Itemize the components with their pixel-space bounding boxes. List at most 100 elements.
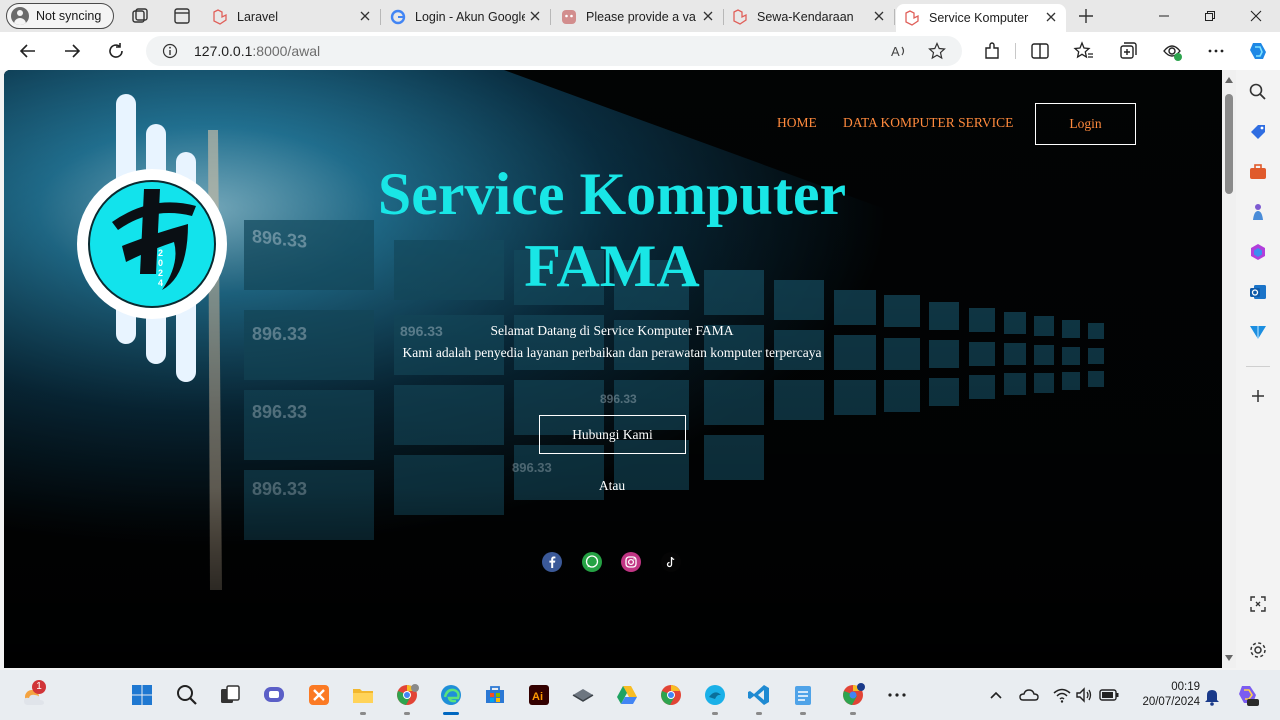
teams-chat-icon[interactable] bbox=[262, 683, 286, 707]
workspaces-icon[interactable] bbox=[130, 6, 150, 26]
running-indicator bbox=[850, 712, 856, 715]
tab-google-login[interactable]: Login - Akun Google bbox=[384, 4, 551, 30]
shopping-tag-icon[interactable] bbox=[1248, 122, 1268, 142]
back-arrow-icon[interactable] bbox=[17, 40, 39, 62]
whatsapp-icon[interactable] bbox=[581, 551, 603, 573]
send-icon[interactable] bbox=[1248, 322, 1268, 342]
onedrive-cloud-icon[interactable] bbox=[1019, 685, 1039, 705]
windows-start-icon[interactable] bbox=[130, 683, 154, 707]
favorites-icon[interactable] bbox=[1073, 40, 1095, 62]
site-info-icon[interactable] bbox=[162, 43, 178, 59]
svg-text:2: 2 bbox=[158, 248, 163, 258]
notification-bell-icon[interactable] bbox=[1203, 686, 1221, 706]
tagline-text: Kami adalah penyedia layanan perbaikan d… bbox=[402, 345, 822, 360]
read-aloud-icon[interactable]: A bbox=[890, 42, 908, 60]
page-scrollbar[interactable] bbox=[1222, 70, 1236, 668]
close-window-button[interactable] bbox=[1233, 0, 1279, 32]
contact-us-button[interactable]: Hubungi Kami bbox=[539, 415, 686, 454]
settings-gear-icon[interactable] bbox=[1248, 640, 1268, 660]
system-clock[interactable]: 00:19 20/07/2024 bbox=[1128, 680, 1200, 710]
laravel-icon bbox=[733, 9, 747, 25]
svg-text:0: 0 bbox=[158, 258, 163, 268]
outlook-icon[interactable] bbox=[1248, 282, 1268, 302]
collections-icon[interactable] bbox=[1117, 40, 1139, 62]
svg-text:A: A bbox=[891, 44, 900, 59]
login-button[interactable]: Login bbox=[1035, 103, 1136, 145]
tab-title: Sewa-Kendaraan bbox=[757, 10, 854, 24]
url-host: 127.0.0.1 bbox=[194, 43, 253, 59]
favorite-star-icon[interactable] bbox=[928, 42, 946, 60]
more-apps-icon[interactable] bbox=[885, 683, 909, 707]
games-icon[interactable] bbox=[1248, 202, 1268, 222]
clock-time: 00:19 bbox=[1171, 681, 1200, 693]
xampp-icon[interactable] bbox=[307, 683, 331, 707]
restore-button[interactable] bbox=[1187, 0, 1233, 32]
search-icon[interactable] bbox=[1248, 82, 1268, 102]
chrome-dev-icon[interactable] bbox=[841, 683, 865, 707]
minimize-icon bbox=[1159, 15, 1169, 17]
browser-essentials-icon[interactable] bbox=[1161, 40, 1183, 62]
tab-actions-icon[interactable] bbox=[172, 6, 192, 26]
close-tab-icon[interactable] bbox=[701, 9, 715, 23]
address-bar[interactable]: 127.0.0.1:8000/awal A bbox=[146, 36, 962, 66]
split-screen-icon[interactable] bbox=[1029, 40, 1051, 62]
scroll-down-icon[interactable] bbox=[1225, 654, 1233, 662]
copilot-preview-icon[interactable] bbox=[1236, 683, 1260, 707]
chat-icon bbox=[562, 10, 576, 24]
microsoft-store-icon[interactable] bbox=[483, 683, 507, 707]
close-tab-icon[interactable] bbox=[872, 9, 886, 23]
running-indicator bbox=[756, 712, 762, 715]
active-indicator bbox=[443, 712, 459, 715]
tab-please-provide[interactable]: Please provide a valid bbox=[555, 4, 724, 30]
sidebar-divider bbox=[1246, 366, 1270, 367]
nav-home-link[interactable]: HOME bbox=[777, 115, 817, 131]
close-tab-icon[interactable] bbox=[358, 9, 372, 23]
bird-app-icon[interactable] bbox=[703, 683, 727, 707]
chevron-up-icon[interactable] bbox=[986, 685, 1006, 705]
new-tab-icon[interactable] bbox=[1076, 6, 1096, 26]
laravel-icon bbox=[213, 9, 227, 25]
tab-laravel[interactable]: Laravel bbox=[212, 4, 381, 30]
instagram-icon[interactable] bbox=[620, 551, 642, 573]
microsoft-365-icon[interactable] bbox=[1248, 242, 1268, 262]
search-icon[interactable] bbox=[175, 683, 199, 707]
scrollbar-thumb[interactable] bbox=[1225, 94, 1233, 194]
edge-icon[interactable] bbox=[439, 683, 463, 707]
nav-data-komputer-link[interactable]: DATA KOMPUTER SERVICE bbox=[843, 115, 1013, 131]
add-icon[interactable] bbox=[1248, 386, 1268, 406]
forward-arrow-icon[interactable] bbox=[61, 40, 83, 62]
url-text[interactable]: 127.0.0.1:8000/awal bbox=[194, 43, 320, 59]
welcome-text: Selamat Datang di Service Komputer FAMA bbox=[490, 323, 734, 338]
chrome-icon[interactable] bbox=[659, 683, 683, 707]
chrome-profile-icon[interactable] bbox=[395, 683, 419, 707]
task-view-icon[interactable] bbox=[218, 683, 242, 707]
refresh-icon[interactable] bbox=[105, 40, 127, 62]
close-tab-icon[interactable] bbox=[528, 9, 542, 23]
svg-text:Ai: Ai bbox=[532, 691, 543, 703]
screenshot-icon[interactable] bbox=[1248, 594, 1268, 614]
volume-icon[interactable] bbox=[1074, 685, 1094, 705]
tab-sewa-kendaraan[interactable]: Sewa-Kendaraan bbox=[726, 4, 895, 30]
profile-label: Not syncing bbox=[36, 9, 102, 23]
scroll-up-icon[interactable] bbox=[1225, 76, 1233, 84]
more-menu-icon[interactable] bbox=[1205, 40, 1227, 62]
weather-widget[interactable]: 1 bbox=[20, 680, 48, 709]
layers-app-icon[interactable] bbox=[571, 683, 595, 707]
profile-button[interactable]: Not syncing bbox=[6, 3, 114, 29]
facebook-icon[interactable] bbox=[541, 551, 563, 573]
extensions-icon[interactable] bbox=[981, 40, 1003, 62]
close-tab-icon[interactable] bbox=[1044, 10, 1058, 24]
file-explorer-icon[interactable] bbox=[351, 683, 375, 707]
vscode-icon[interactable] bbox=[747, 683, 771, 707]
notepad-icon[interactable] bbox=[791, 683, 815, 707]
tiktok-icon[interactable] bbox=[660, 551, 682, 573]
tools-icon[interactable] bbox=[1248, 162, 1268, 182]
tab-service-komputer[interactable]: Service Komputer bbox=[896, 4, 1066, 32]
adobe-illustrator-icon[interactable]: Ai bbox=[527, 683, 551, 707]
minimize-button[interactable] bbox=[1141, 0, 1187, 32]
battery-icon[interactable] bbox=[1098, 685, 1120, 705]
google-drive-icon[interactable] bbox=[615, 683, 639, 707]
copilot-icon[interactable] bbox=[1247, 40, 1269, 62]
running-indicator bbox=[360, 712, 366, 715]
wifi-icon[interactable] bbox=[1052, 685, 1072, 705]
